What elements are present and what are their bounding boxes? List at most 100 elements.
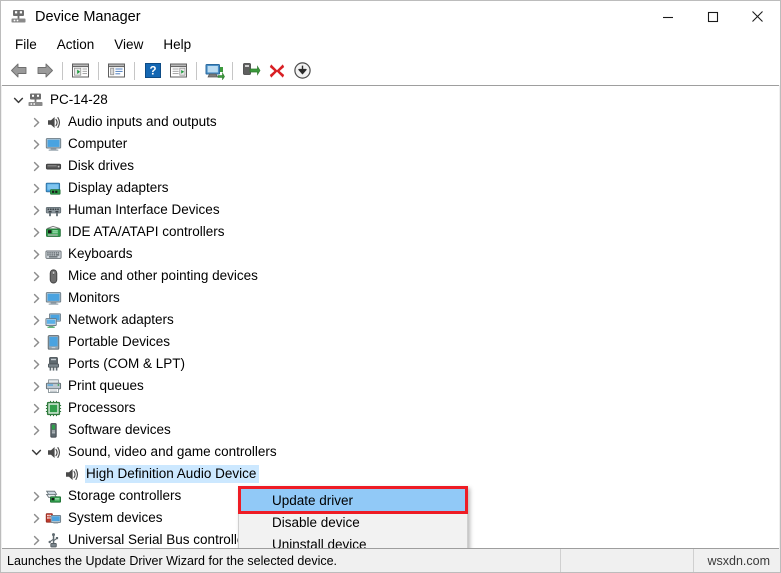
device-manager-icon — [10, 8, 27, 25]
tree-item-label: Storage controllers — [68, 487, 182, 503]
status-message: Launches the Update Driver Wizard for th… — [1, 549, 561, 572]
chevron-right-icon[interactable] — [28, 268, 44, 284]
update-driver-icon[interactable] — [202, 59, 227, 83]
keyboard-icon — [44, 245, 62, 263]
menu-help[interactable]: Help — [153, 34, 201, 55]
chevron-down-icon[interactable] — [10, 92, 26, 108]
software-device-icon — [44, 421, 62, 439]
help-icon[interactable]: ? — [140, 59, 165, 83]
tree-item-label: Monitors — [68, 289, 120, 305]
speaker-icon — [44, 443, 62, 461]
tree-item-computer[interactable]: Computer — [2, 133, 779, 155]
monitor-icon — [44, 289, 62, 307]
tree-item-label: Sound, video and game controllers — [68, 443, 277, 459]
tree-item-disk-drives[interactable]: Disk drives — [2, 155, 779, 177]
chevron-right-icon[interactable] — [28, 180, 44, 196]
chevron-right-icon[interactable] — [28, 114, 44, 130]
tree-item-audio-inputs-and-outputs[interactable]: Audio inputs and outputs — [2, 111, 779, 133]
tree-item-ide-ata-atapi-controllers[interactable]: IDE ATA/ATAPI controllers — [2, 221, 779, 243]
minimize-button[interactable] — [645, 1, 690, 32]
chevron-right-icon[interactable] — [28, 158, 44, 174]
window-title: Device Manager — [35, 8, 141, 25]
hid-icon — [44, 201, 62, 219]
tree-item-label: Human Interface Devices — [68, 201, 220, 217]
chevron-right-icon[interactable] — [28, 334, 44, 350]
caption-buttons — [645, 1, 780, 32]
context-menu-item-update-driver[interactable]: Update driver — [239, 489, 467, 511]
tree-item-high-definition-audio-device[interactable]: High Definition Audio Device — [2, 463, 779, 485]
uninstall-device-icon[interactable] — [238, 59, 263, 83]
chevron-right-icon[interactable] — [28, 422, 44, 438]
tree-item-label: Keyboards — [68, 245, 133, 261]
tree-item-label: Ports (COM & LPT) — [68, 355, 186, 371]
status-bar: Launches the Update Driver Wizard for th… — [1, 549, 780, 572]
chevron-right-icon[interactable] — [28, 488, 44, 504]
tree-item-label: High Definition Audio Device — [85, 464, 260, 484]
tree-item-sound-video-and-game-controllers[interactable]: Sound, video and game controllers — [2, 441, 779, 463]
portable-device-icon — [44, 333, 62, 351]
speaker-icon — [62, 465, 80, 483]
tree-item-keyboards[interactable]: Keyboards — [2, 243, 779, 265]
watermark: wsxdn.com — [707, 553, 770, 568]
chevron-right-icon[interactable] — [28, 532, 44, 548]
tree-item-label: Software devices — [68, 421, 171, 437]
menu-file[interactable]: File — [5, 34, 47, 55]
chevron-right-icon[interactable] — [28, 356, 44, 372]
storage-controller-icon — [44, 487, 62, 505]
context-menu[interactable]: Update driver Disable device Uninstall dev… — [238, 486, 468, 549]
ide-controller-icon — [44, 223, 62, 241]
tree-item-portable-devices[interactable]: Portable Devices — [2, 331, 779, 353]
tree-item-label: IDE ATA/ATAPI controllers — [68, 223, 225, 239]
properties-icon[interactable] — [104, 59, 129, 83]
title-bar: Device Manager — [1, 1, 780, 32]
tree-item-network-adapters[interactable]: Network adapters — [2, 309, 779, 331]
chevron-right-icon[interactable] — [28, 224, 44, 240]
tree-item-software-devices[interactable]: Software devices — [2, 419, 779, 441]
display-adapter-icon — [44, 179, 62, 197]
monitor-icon — [44, 135, 62, 153]
chevron-right-icon[interactable] — [28, 312, 44, 328]
tree-item-human-interface-devices[interactable]: Human Interface Devices — [2, 199, 779, 221]
show-hide-console-tree-icon[interactable] — [68, 59, 93, 83]
tree-item-ports-com-lpt[interactable]: Ports (COM & LPT) — [2, 353, 779, 375]
toolbar-separator — [196, 61, 197, 80]
tree-item-label: System devices — [68, 509, 163, 525]
chevron-right-icon[interactable] — [28, 378, 44, 394]
tree-item-pc-14-28[interactable]: PC-14-28 — [2, 89, 779, 111]
disable-device-icon[interactable] — [264, 59, 289, 83]
tree-item-display-adapters[interactable]: Display adapters — [2, 177, 779, 199]
menu-view[interactable]: View — [104, 34, 153, 55]
close-button[interactable] — [735, 1, 780, 32]
chevron-right-icon[interactable] — [28, 136, 44, 152]
back-icon[interactable] — [6, 59, 31, 83]
forward-icon[interactable] — [32, 59, 57, 83]
tree-item-print-queues[interactable]: Print queues — [2, 375, 779, 397]
tree-item-monitors[interactable]: Monitors — [2, 287, 779, 309]
tree-item-mice-and-other-pointing-devices[interactable]: Mice and other pointing devices — [2, 265, 779, 287]
chevron-right-icon[interactable] — [28, 202, 44, 218]
speaker-icon — [44, 113, 62, 131]
device-tree[interactable]: PC-14-28 Audio inputs and outputs Computer… — [2, 85, 779, 549]
tree-item-label: Universal Serial Bus controllers — [68, 531, 256, 547]
usb-icon — [44, 531, 62, 548]
toolbar-separator — [134, 61, 135, 80]
tree-item-label: Portable Devices — [68, 333, 171, 349]
scan-for-hardware-changes-icon[interactable] — [166, 59, 191, 83]
svg-text:?: ? — [149, 66, 156, 78]
status-pane-middle — [561, 549, 694, 572]
tree-item-label: Audio inputs and outputs — [68, 113, 217, 129]
tree-item-label: Display adapters — [68, 179, 169, 195]
chevron-right-icon[interactable] — [28, 290, 44, 306]
maximize-button[interactable] — [690, 1, 735, 32]
enable-device-icon[interactable] — [290, 59, 315, 83]
chevron-down-icon[interactable] — [28, 444, 44, 460]
chevron-right-icon[interactable] — [28, 510, 44, 526]
computer-root-icon — [26, 91, 44, 109]
chevron-right-icon[interactable] — [28, 246, 44, 262]
tree-item-processors[interactable]: Processors — [2, 397, 779, 419]
chevron-right-icon[interactable] — [28, 400, 44, 416]
context-menu-item-uninstall-device[interactable]: Uninstall device — [239, 533, 467, 549]
menu-action[interactable]: Action — [47, 34, 105, 55]
context-menu-item-disable-device[interactable]: Disable device — [239, 511, 467, 533]
toolbar-separator — [98, 61, 99, 80]
